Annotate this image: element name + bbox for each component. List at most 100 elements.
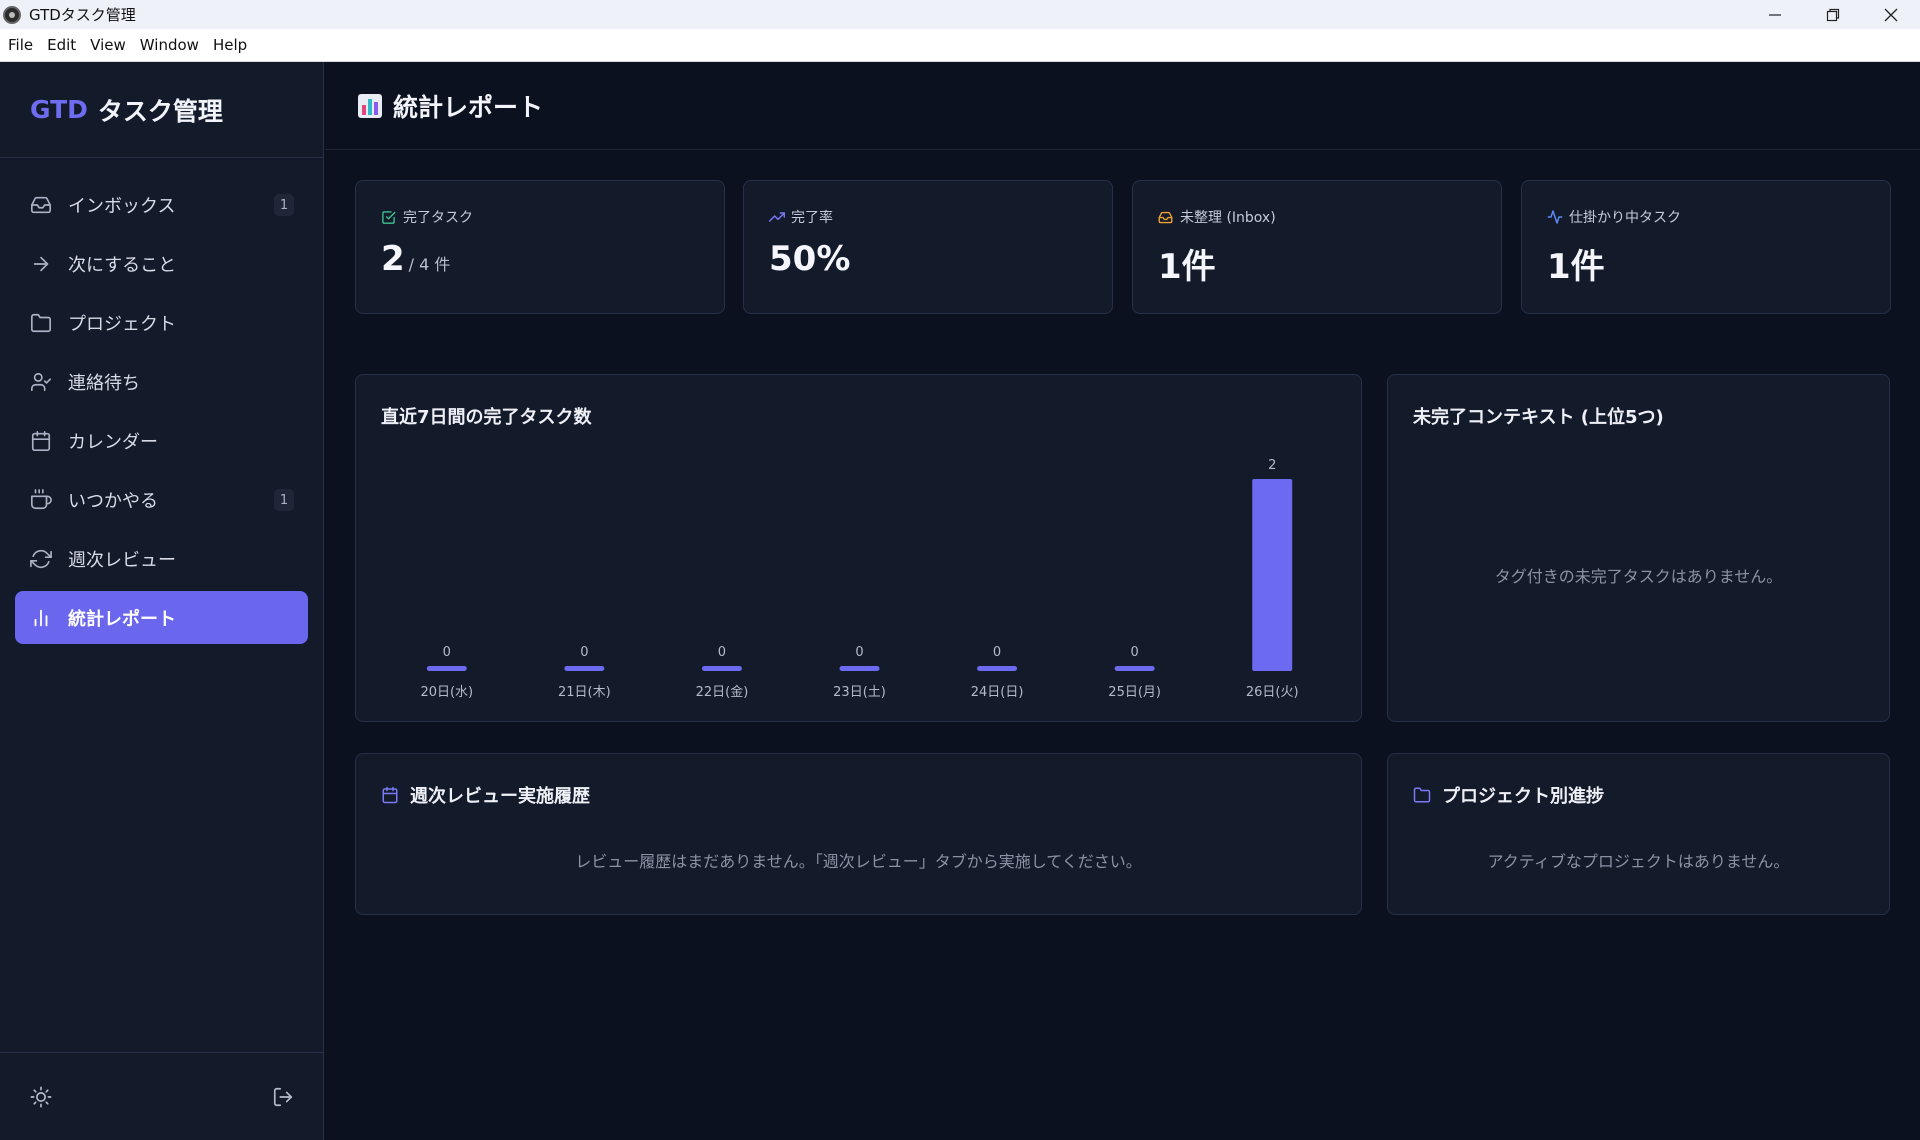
chart-value-label: 0 [993,645,1001,660]
menu-edit[interactable]: Edit [40,36,83,54]
calendar-icon [29,429,53,453]
sidebar-footer [0,1052,323,1140]
sidebar-item-label: カレンダー [68,431,158,453]
chart-value-label: 0 [443,645,451,660]
bar-chart-icon [29,606,53,630]
review-empty-message: レビュー履歴はまだありません。「週次レビュー」タブから実施してください。 [575,852,1142,871]
bar-chart: 0 20日(水) 0 21日(木) 0 22日(金) 0 23日(土) 0 24日(日) 0 25日(… [420,458,1299,700]
sidebar-item-someday[interactable]: いつかやる 1 [15,473,308,526]
stat-label: 完了タスク [403,210,473,226]
chart-category-label: 23日(土) [833,685,886,700]
folder-icon [1413,785,1433,805]
project-progress-panel: プロジェクト別進捗 アクティブなプロジェクトはありません。 [1387,753,1890,915]
sidebar-item-next-actions[interactable]: 次にすること [15,237,308,290]
chart-bar [701,666,742,671]
contexts-empty-message: タグ付きの未完了タスクはありません。 [1494,567,1783,586]
menu-view[interactable]: View [83,36,133,54]
chart-bar [426,666,467,671]
inbox-icon [1158,209,1174,225]
brand-name: タスク管理 [97,96,223,126]
chart-emoji-icon [358,93,382,118]
activity-icon [1547,209,1563,225]
chart-bar [1114,666,1155,671]
check-square-icon [381,209,397,225]
chart-bar [839,666,880,671]
stat-card-in-progress: 仕掛かり中タスク 1件 [1521,180,1891,314]
menu-help[interactable]: Help [206,36,254,54]
menu-file[interactable]: File [0,36,40,54]
user-check-icon [29,370,53,394]
sidebar-item-label: 次にすること [68,254,177,276]
stat-label: 完了率 [791,210,833,226]
chart-value-label: 0 [718,645,726,660]
close-button[interactable] [1862,0,1920,29]
minimize-button[interactable] [1746,0,1804,29]
window-title: GTDタスク管理 [29,6,136,24]
stat-value: 2 [381,239,405,279]
stat-card-inbox: 未整理 (Inbox) 1件 [1132,180,1502,314]
calendar-icon [381,785,401,805]
menubar: File Edit View Window Help [0,29,1920,62]
refresh-icon [29,547,53,571]
weekly-completed-chart-panel: 直近7日間の完了タスク数 0 20日(水) 0 21日(木) 0 22日(金) 0 23日(土… [355,374,1362,722]
chart-value-label: 0 [1131,645,1139,660]
sun-icon[interactable] [29,1085,53,1109]
sidebar-item-label: いつかやる [68,490,158,512]
restore-button[interactable] [1804,0,1862,29]
sidebar-item-inbox[interactable]: インボックス 1 [15,178,308,231]
logout-icon[interactable] [271,1085,295,1109]
sidebar-nav: インボックス 1 次にすること プロジェクト 連絡待ち カレンダー いつかやる … [0,158,323,644]
page-title: 統計レポート [393,92,544,122]
close-icon [1884,8,1898,21]
review-history-title: 週次レビュー実施履歴 [410,786,590,807]
chart-category-label: 26日(火) [1246,685,1299,700]
sidebar-item-label: インボックス [68,195,176,217]
brand-logo: GTD タスク管理 [0,62,323,158]
chart-category-label: 20日(水) [420,685,473,700]
sidebar-item-projects[interactable]: プロジェクト [15,296,308,349]
window-titlebar: GTDタスク管理 [0,0,1920,29]
chart-category-label: 22日(金) [696,684,749,700]
sidebar-item-label: 連絡待ち [68,372,140,394]
trending-up-icon [769,209,785,225]
chart-bar [564,666,605,671]
sidebar-item-stats-report[interactable]: 統計レポート [15,591,308,644]
restore-icon [1826,8,1840,21]
stat-sub: / 4 件 [408,255,451,274]
contexts-title: 未完了コンテキスト (上位5つ) [1413,407,1664,428]
stat-label: 未整理 (Inbox) [1180,210,1276,226]
inbox-icon [29,193,53,217]
brand-prefix: GTD [30,95,88,124]
contexts-panel: 未完了コンテキスト (上位5つ) タグ付きの未完了タスクはありません。 [1387,374,1890,722]
chart-category-label: 25日(月) [1108,685,1161,700]
coffee-icon [29,488,53,512]
page-header: 統計レポート [325,62,1920,150]
stat-card-completion-rate: 完了率 50% [743,180,1113,314]
chart-category-label: 24日(日) [971,685,1024,700]
stat-value: 1件 [1158,247,1216,287]
sidebar-item-label: 週次レビュー [68,549,176,571]
chart-value-label: 0 [855,645,863,660]
stat-label: 仕掛かり中タスク [1569,210,1681,226]
main-content: 統計レポート 完了タスク 2/ 4 件 完了率 50% 未整理 (Inbox) … [325,62,1920,1140]
chart-value-label: 2 [1268,458,1276,473]
chart-value-label: 0 [580,645,588,660]
sidebar-item-calendar[interactable]: カレンダー [15,414,308,467]
sidebar-item-weekly-review[interactable]: 週次レビュー [15,532,308,585]
review-history-panel: 週次レビュー実施履歴 レビュー履歴はまだありません。「週次レビュー」タブから実施… [355,753,1362,915]
sidebar-item-label: 統計レポート [68,608,176,630]
stat-card-completed: 完了タスク 2/ 4 件 [355,180,725,314]
someday-count-badge: 1 [274,489,294,511]
stat-value: 1件 [1547,247,1605,287]
chart-bar [977,666,1018,671]
folder-icon [29,311,53,335]
chart-bar [1252,479,1293,671]
app-icon [3,5,21,24]
project-progress-title: プロジェクト別進捗 [1442,786,1604,807]
chart-category-label: 21日(木) [558,685,611,700]
sidebar-item-waiting[interactable]: 連絡待ち [15,355,308,408]
menu-window[interactable]: Window [133,36,206,54]
inbox-count-badge: 1 [274,194,294,216]
minimize-icon [1769,13,1781,16]
sidebar-item-label: プロジェクト [68,313,176,335]
